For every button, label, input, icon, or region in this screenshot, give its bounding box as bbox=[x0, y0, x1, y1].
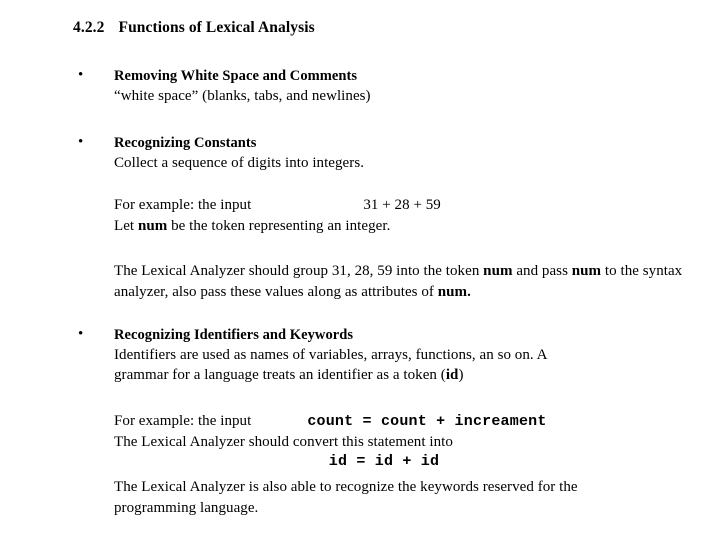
identifier-token-prefix: grammar for a language treats an identif… bbox=[114, 367, 446, 383]
bullet-subtitle: “white space” (blanks, tabs, and newline… bbox=[114, 88, 371, 104]
identifiers-example-convert-line: The Lexical Analyzer should convert this… bbox=[114, 434, 453, 450]
note-segment-2: and pass bbox=[512, 263, 572, 279]
bullet-marker-icon: • bbox=[78, 134, 84, 150]
slide-canvas: 4.2.2 Functions of Lexical Analysis • Rem… bbox=[0, 0, 720, 540]
constants-note-text: The Lexical Analyzer should group 31, 28… bbox=[114, 261, 689, 303]
identifiers-example-label: For example: the input bbox=[114, 413, 252, 429]
keywords-note-line-1: The Lexical Analyzer is also able to rec… bbox=[114, 479, 578, 495]
page-title-text: Functions of Lexical Analysis bbox=[118, 19, 315, 36]
constants-example-label: For example: the input bbox=[114, 197, 252, 213]
bullet-subtitle: Collect a sequence of digits into intege… bbox=[114, 155, 365, 171]
token-line-suffix: be the token representing an integer. bbox=[167, 218, 391, 234]
note-segment-1: The Lexical Analyzer should group 31, 28… bbox=[114, 263, 484, 279]
identifier-token-suffix: ) bbox=[458, 367, 464, 383]
constants-example-token-line: Let num be the token representing an int… bbox=[114, 216, 682, 237]
bullet-marker-icon: • bbox=[78, 326, 84, 342]
bullet-title: Recognizing Identifiers and Keywords bbox=[114, 327, 354, 343]
identifiers-example-input-line: For example: the input count = count + in… bbox=[114, 411, 682, 432]
identifiers-output-code: id = id + id bbox=[328, 453, 440, 470]
keywords-note-line-2: programming language. bbox=[114, 500, 259, 516]
identifiers-example-block: For example: the input count = count + in… bbox=[114, 411, 682, 453]
page-title: 4.2.2 Functions of Lexical Analysis bbox=[73, 19, 315, 37]
constants-example-input-line: For example: the input 31 + 28 + 59 bbox=[114, 195, 682, 216]
bullet-subtitle-line-2: grammar for a language treats an identif… bbox=[114, 365, 683, 385]
note-token-num-3: num. bbox=[437, 284, 471, 300]
constants-example-block: For example: the input 31 + 28 + 59 Let n… bbox=[114, 195, 682, 237]
bullet-title: Removing White Space and Comments bbox=[114, 68, 358, 84]
page-title-number: 4.2.2 bbox=[73, 19, 105, 36]
bullet-subtitle-line-1: Identifiers are used as names of variabl… bbox=[114, 347, 548, 363]
token-name-num: num bbox=[137, 218, 168, 234]
bullet-body: Recognizing Identifiers and Keywords Ide… bbox=[114, 325, 683, 385]
identifiers-keywords-note: The Lexical Analyzer is also able to rec… bbox=[114, 477, 682, 519]
bullet-item-recognizing-identifiers: • Recognizing Identifiers and Keywords I… bbox=[73, 325, 683, 385]
note-token-num-2: num bbox=[571, 263, 602, 279]
bullet-title: Recognizing Constants bbox=[114, 135, 257, 151]
bullet-body: Removing White Space and Comments “white… bbox=[114, 66, 683, 106]
identifier-token-id: id bbox=[445, 367, 459, 383]
bullet-body: Recognizing Constants Collect a sequence… bbox=[114, 133, 683, 173]
constants-note-paragraph: The Lexical Analyzer should group 31, 28… bbox=[114, 261, 689, 303]
bullet-marker-icon: • bbox=[78, 67, 84, 83]
constants-example-code: 31 + 28 + 59 bbox=[363, 197, 441, 213]
bullet-item-recognizing-constants: • Recognizing Constants Collect a sequen… bbox=[73, 133, 683, 173]
token-line-prefix: Let bbox=[114, 218, 138, 234]
identifiers-example-code: count = count + increament bbox=[307, 413, 547, 430]
bullet-item-removing-white-space: • Removing White Space and Comments “whi… bbox=[73, 66, 683, 106]
note-token-num-1: num bbox=[483, 263, 513, 279]
